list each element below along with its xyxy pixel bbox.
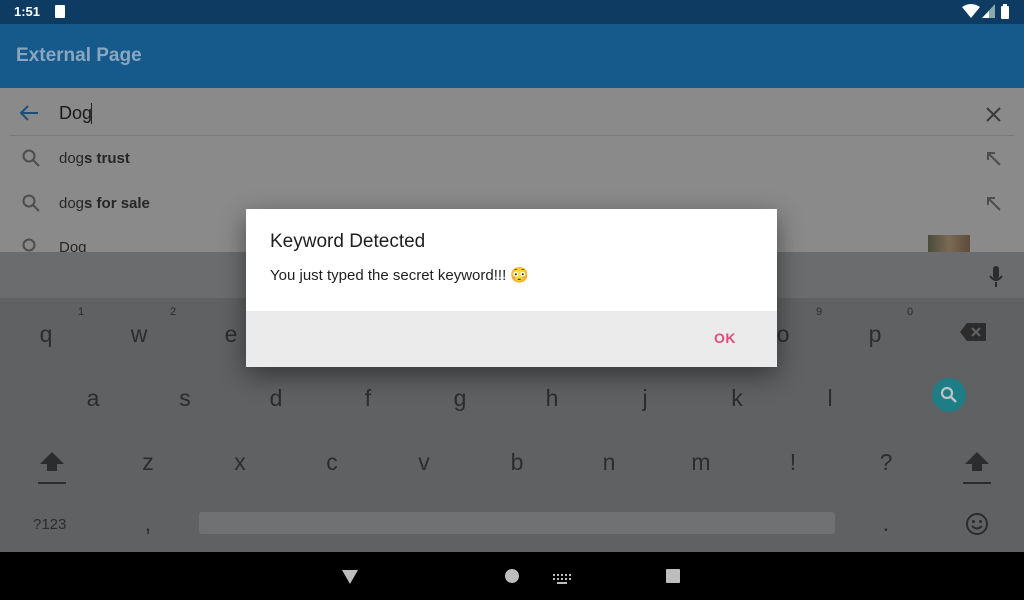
- clear-icon[interactable]: [986, 107, 1001, 127]
- key-q[interactable]: q: [26, 321, 66, 348]
- app-bar: External Page: [0, 24, 1024, 88]
- search-key[interactable]: [932, 378, 966, 412]
- key-n[interactable]: n: [589, 449, 629, 476]
- key-v[interactable]: v: [404, 449, 444, 476]
- back-nav-icon[interactable]: [342, 570, 358, 589]
- fill-query-arrow-icon[interactable]: [987, 197, 1001, 216]
- key-s[interactable]: s: [165, 385, 205, 412]
- shift-left-icon[interactable]: [38, 450, 66, 491]
- signal-icon: [982, 4, 995, 21]
- status-bar: 1:51: [0, 0, 1024, 24]
- suggestion-thumbnail: [928, 235, 970, 252]
- key-g[interactable]: g: [440, 385, 480, 412]
- key-m[interactable]: m: [681, 449, 721, 476]
- key-hint: 0: [907, 306, 914, 318]
- key-h[interactable]: h: [532, 385, 572, 412]
- emoji-icon[interactable]: [965, 512, 989, 541]
- search-icon: [940, 386, 957, 403]
- key-l[interactable]: l: [810, 385, 850, 412]
- dialog-body: Keyword Detected You just typed the secr…: [246, 209, 777, 311]
- key-exclamation[interactable]: !: [773, 449, 813, 476]
- shift-right-icon[interactable]: [963, 450, 991, 491]
- key-f[interactable]: f: [348, 385, 388, 412]
- key-c[interactable]: c: [312, 449, 352, 476]
- suggestion-text: dogs trust: [59, 150, 130, 167]
- key-p[interactable]: p: [855, 321, 895, 348]
- key-period[interactable]: .: [866, 510, 906, 537]
- keyword-dialog: Keyword Detected You just typed the secr…: [246, 209, 777, 367]
- symbols-key[interactable]: ?123: [33, 516, 66, 533]
- search-bar: Dog: [0, 88, 1024, 133]
- key-d[interactable]: d: [256, 385, 296, 412]
- spacebar[interactable]: [199, 512, 835, 534]
- key-w[interactable]: w: [119, 321, 159, 348]
- dialog-title: Keyword Detected: [270, 231, 426, 252]
- suggestion-text: Dog: [59, 239, 87, 252]
- key-x[interactable]: x: [220, 449, 260, 476]
- backspace-icon[interactable]: [960, 323, 986, 346]
- search-input[interactable]: Dog: [59, 103, 92, 124]
- key-a[interactable]: a: [73, 385, 113, 412]
- recents-nav-icon[interactable]: [666, 569, 680, 583]
- dialog-actions: [246, 311, 777, 367]
- home-nav-icon[interactable]: [505, 569, 519, 583]
- key-question[interactable]: ?: [866, 449, 906, 476]
- fill-query-arrow-icon[interactable]: [987, 152, 1001, 171]
- dialog-message: You just typed the secret keyword!!! 😳: [270, 267, 530, 284]
- wifi-icon: [962, 4, 980, 21]
- status-time: 1:51: [14, 4, 41, 19]
- search-icon: [22, 194, 40, 217]
- back-arrow-icon[interactable]: [19, 104, 39, 127]
- key-b[interactable]: b: [497, 449, 537, 476]
- search-icon: [22, 149, 40, 172]
- battery-icon: [1001, 4, 1009, 22]
- keyboard-switch-icon[interactable]: [553, 571, 571, 589]
- search-icon: [22, 238, 40, 252]
- key-z[interactable]: z: [128, 449, 168, 476]
- key-e[interactable]: e: [211, 321, 251, 348]
- key-hint: 1: [78, 306, 85, 318]
- app-bar-title: External Page: [16, 45, 142, 66]
- suggestion-text: dogs for sale: [59, 195, 150, 212]
- key-hint: 2: [170, 306, 177, 318]
- key-hint: 9: [816, 306, 823, 318]
- text-cursor: [91, 103, 92, 124]
- sd-card-icon: [55, 5, 65, 18]
- suggestion-row[interactable]: dogs trust: [0, 136, 1024, 181]
- key-k[interactable]: k: [717, 385, 757, 412]
- key-j[interactable]: j: [625, 385, 665, 412]
- ok-button[interactable]: OK: [714, 330, 736, 346]
- microphone-icon[interactable]: [988, 266, 1004, 293]
- key-comma[interactable]: ,: [128, 510, 168, 537]
- navigation-bar: [0, 552, 1024, 600]
